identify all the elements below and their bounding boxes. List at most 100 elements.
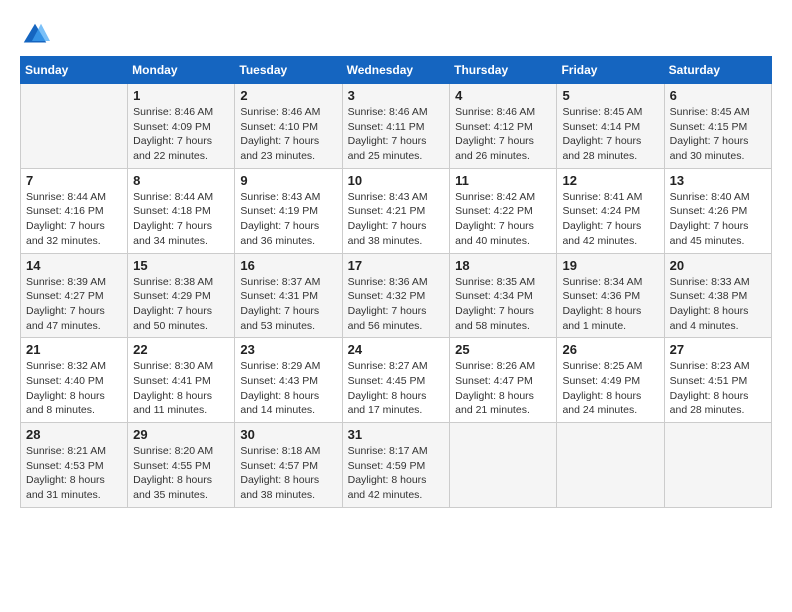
- day-number: 20: [670, 258, 766, 273]
- day-info: Sunrise: 8:46 AMSunset: 4:11 PMDaylight:…: [348, 105, 445, 164]
- day-cell: 5Sunrise: 8:45 AMSunset: 4:14 PMDaylight…: [557, 84, 664, 169]
- day-number: 1: [133, 88, 229, 103]
- day-cell: 11 Sunrise: 8:42 AMSunset: 4:22 PMDayligh…: [450, 168, 557, 253]
- logo-icon: [20, 20, 50, 50]
- day-number: 5: [562, 88, 658, 103]
- day-cell: 16Sunrise: 8:37 AMSunset: 4:31 PMDayligh…: [235, 253, 342, 338]
- day-cell: [450, 423, 557, 508]
- day-cell: 31 Sunrise: 8:17 AMSunset: 4:59 PMDayligh…: [342, 423, 450, 508]
- day-cell: 1 Sunrise: 8:46 AMSunset: 4:09 PMDaylight…: [128, 84, 235, 169]
- day-number: 27: [670, 342, 766, 357]
- header-friday: Friday: [557, 57, 664, 84]
- day-cell: 29 Sunrise: 8:20 AMSunset: 4:55 PMDayligh…: [128, 423, 235, 508]
- day-info: Sunrise: 8:44 AMSunset: 4:18 PMDaylight:…: [133, 190, 229, 249]
- day-number: 8: [133, 173, 229, 188]
- header-wednesday: Wednesday: [342, 57, 450, 84]
- day-number: 7: [26, 173, 122, 188]
- day-cell: 3 Sunrise: 8:46 AMSunset: 4:11 PMDaylight…: [342, 84, 450, 169]
- week-row-2: 7 Sunrise: 8:44 AMSunset: 4:16 PMDaylight…: [21, 168, 772, 253]
- logo: [20, 20, 54, 50]
- day-cell: 12 Sunrise: 8:41 AMSunset: 4:24 PMDayligh…: [557, 168, 664, 253]
- day-cell: 30Sunrise: 8:18 AMSunset: 4:57 PMDayligh…: [235, 423, 342, 508]
- day-cell: 7 Sunrise: 8:44 AMSunset: 4:16 PMDaylight…: [21, 168, 128, 253]
- day-number: 24: [348, 342, 445, 357]
- page-header: [20, 20, 772, 50]
- day-number: 6: [670, 88, 766, 103]
- day-info: Sunrise: 8:40 AMSunset: 4:26 PMDaylight:…: [670, 190, 766, 249]
- day-number: 3: [348, 88, 445, 103]
- week-row-3: 14 Sunrise: 8:39 AMSunset: 4:27 PMDayligh…: [21, 253, 772, 338]
- day-info: Sunrise: 8:35 AMSunset: 4:34 PMDaylight:…: [455, 275, 551, 334]
- header-saturday: Saturday: [664, 57, 771, 84]
- day-number: 19: [562, 258, 658, 273]
- day-cell: 9Sunrise: 8:43 AMSunset: 4:19 PMDaylight…: [235, 168, 342, 253]
- day-number: 26: [562, 342, 658, 357]
- day-info: Sunrise: 8:32 AMSunset: 4:40 PMDaylight:…: [26, 359, 122, 418]
- header-thursday: Thursday: [450, 57, 557, 84]
- day-info: Sunrise: 8:36 AMSunset: 4:32 PMDaylight:…: [348, 275, 445, 334]
- day-number: 23: [240, 342, 336, 357]
- day-cell: 6 Sunrise: 8:45 AMSunset: 4:15 PMDaylight…: [664, 84, 771, 169]
- day-cell: 4Sunrise: 8:46 AMSunset: 4:12 PMDaylight…: [450, 84, 557, 169]
- day-cell: 8 Sunrise: 8:44 AMSunset: 4:18 PMDaylight…: [128, 168, 235, 253]
- day-cell: 23 Sunrise: 8:29 AMSunset: 4:43 PMDayligh…: [235, 338, 342, 423]
- day-number: 22: [133, 342, 229, 357]
- day-number: 21: [26, 342, 122, 357]
- day-cell: 15 Sunrise: 8:38 AMSunset: 4:29 PMDayligh…: [128, 253, 235, 338]
- day-cell: 21 Sunrise: 8:32 AMSunset: 4:40 PMDayligh…: [21, 338, 128, 423]
- day-number: 14: [26, 258, 122, 273]
- day-number: 11: [455, 173, 551, 188]
- day-info: Sunrise: 8:33 AMSunset: 4:38 PMDaylight:…: [670, 275, 766, 334]
- calendar-header-row: SundayMondayTuesdayWednesdayThursdayFrid…: [21, 57, 772, 84]
- day-info: Sunrise: 8:37 AMSunset: 4:31 PMDaylight:…: [240, 275, 336, 334]
- day-info: Sunrise: 8:27 AMSunset: 4:45 PMDaylight:…: [348, 359, 445, 418]
- day-cell: 25 Sunrise: 8:26 AMSunset: 4:47 PMDayligh…: [450, 338, 557, 423]
- day-number: 13: [670, 173, 766, 188]
- header-monday: Monday: [128, 57, 235, 84]
- day-cell: 14 Sunrise: 8:39 AMSunset: 4:27 PMDayligh…: [21, 253, 128, 338]
- day-cell: 2 Sunrise: 8:46 AMSunset: 4:10 PMDaylight…: [235, 84, 342, 169]
- day-cell: [21, 84, 128, 169]
- day-cell: 22 Sunrise: 8:30 AMSunset: 4:41 PMDayligh…: [128, 338, 235, 423]
- day-info: Sunrise: 8:41 AMSunset: 4:24 PMDaylight:…: [562, 190, 658, 249]
- day-cell: 28 Sunrise: 8:21 AMSunset: 4:53 PMDayligh…: [21, 423, 128, 508]
- day-info: Sunrise: 8:18 AMSunset: 4:57 PMDaylight:…: [240, 444, 336, 503]
- day-info: Sunrise: 8:29 AMSunset: 4:43 PMDaylight:…: [240, 359, 336, 418]
- calendar-table: SundayMondayTuesdayWednesdayThursdayFrid…: [20, 56, 772, 508]
- day-info: Sunrise: 8:46 AMSunset: 4:10 PMDaylight:…: [240, 105, 336, 164]
- day-cell: [557, 423, 664, 508]
- day-info: Sunrise: 8:20 AMSunset: 4:55 PMDaylight:…: [133, 444, 229, 503]
- day-cell: [664, 423, 771, 508]
- day-number: 18: [455, 258, 551, 273]
- day-info: Sunrise: 8:42 AMSunset: 4:22 PMDaylight:…: [455, 190, 551, 249]
- day-info: Sunrise: 8:45 AMSunset: 4:15 PMDaylight:…: [670, 105, 766, 164]
- day-cell: 18 Sunrise: 8:35 AMSunset: 4:34 PMDayligh…: [450, 253, 557, 338]
- day-cell: 27 Sunrise: 8:23 AMSunset: 4:51 PMDayligh…: [664, 338, 771, 423]
- day-number: 9: [240, 173, 336, 188]
- day-number: 15: [133, 258, 229, 273]
- day-cell: 26Sunrise: 8:25 AMSunset: 4:49 PMDayligh…: [557, 338, 664, 423]
- day-cell: 13 Sunrise: 8:40 AMSunset: 4:26 PMDayligh…: [664, 168, 771, 253]
- day-number: 12: [562, 173, 658, 188]
- week-row-5: 28 Sunrise: 8:21 AMSunset: 4:53 PMDayligh…: [21, 423, 772, 508]
- day-info: Sunrise: 8:39 AMSunset: 4:27 PMDaylight:…: [26, 275, 122, 334]
- header-sunday: Sunday: [21, 57, 128, 84]
- day-info: Sunrise: 8:21 AMSunset: 4:53 PMDaylight:…: [26, 444, 122, 503]
- day-info: Sunrise: 8:23 AMSunset: 4:51 PMDaylight:…: [670, 359, 766, 418]
- day-info: Sunrise: 8:46 AMSunset: 4:09 PMDaylight:…: [133, 105, 229, 164]
- day-cell: 24 Sunrise: 8:27 AMSunset: 4:45 PMDayligh…: [342, 338, 450, 423]
- day-number: 25: [455, 342, 551, 357]
- day-info: Sunrise: 8:30 AMSunset: 4:41 PMDaylight:…: [133, 359, 229, 418]
- day-number: 29: [133, 427, 229, 442]
- day-number: 31: [348, 427, 445, 442]
- day-number: 28: [26, 427, 122, 442]
- day-number: 10: [348, 173, 445, 188]
- day-cell: 17Sunrise: 8:36 AMSunset: 4:32 PMDayligh…: [342, 253, 450, 338]
- day-info: Sunrise: 8:44 AMSunset: 4:16 PMDaylight:…: [26, 190, 122, 249]
- day-info: Sunrise: 8:34 AMSunset: 4:36 PMDaylight:…: [562, 275, 658, 334]
- day-info: Sunrise: 8:38 AMSunset: 4:29 PMDaylight:…: [133, 275, 229, 334]
- day-info: Sunrise: 8:26 AMSunset: 4:47 PMDaylight:…: [455, 359, 551, 418]
- day-number: 2: [240, 88, 336, 103]
- day-info: Sunrise: 8:17 AMSunset: 4:59 PMDaylight:…: [348, 444, 445, 503]
- day-cell: 10Sunrise: 8:43 AMSunset: 4:21 PMDayligh…: [342, 168, 450, 253]
